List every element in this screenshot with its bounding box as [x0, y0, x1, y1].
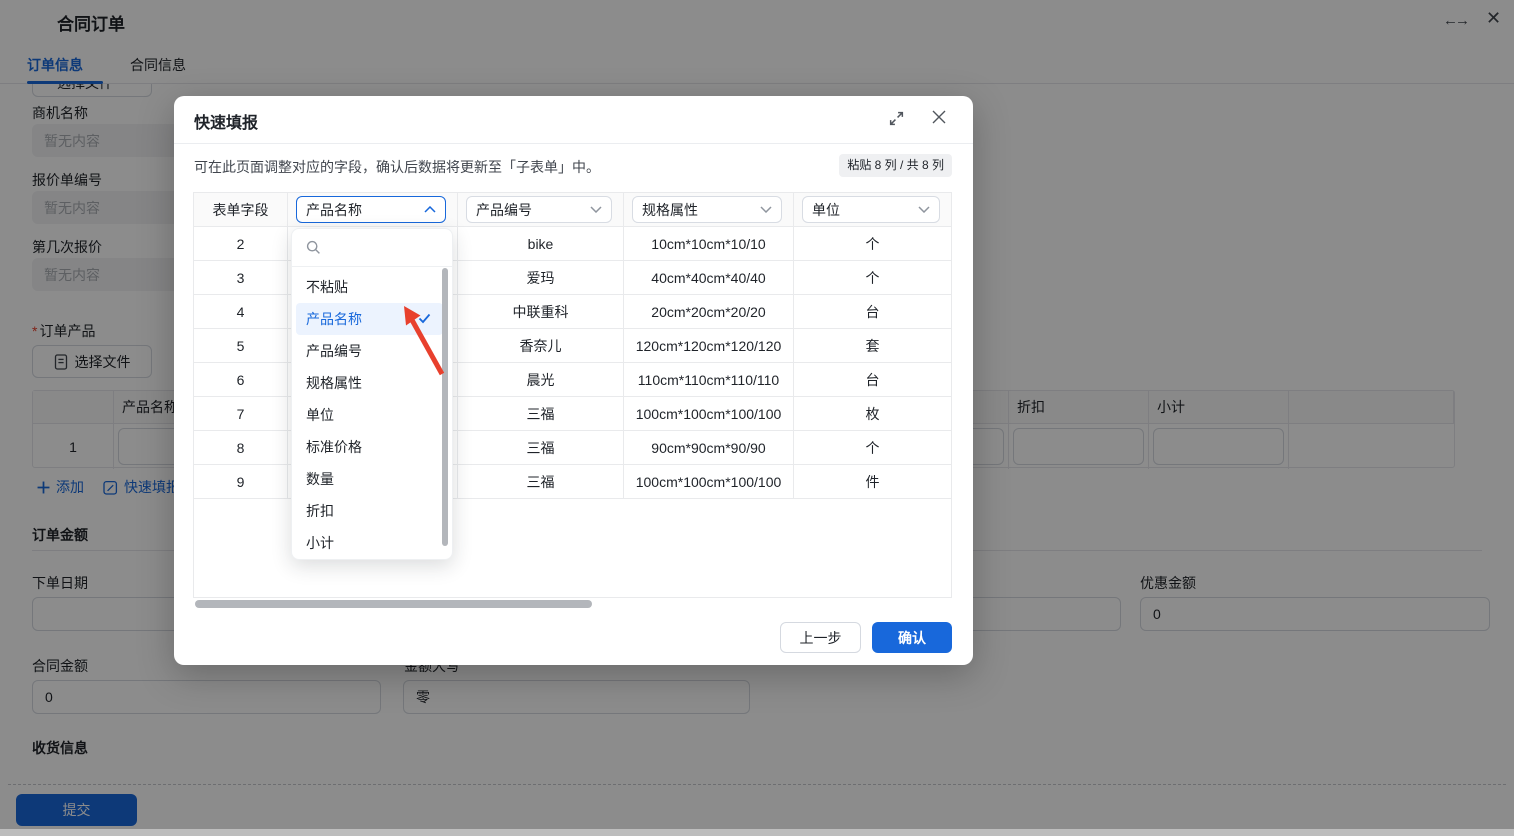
row-unit: 枚 — [794, 397, 951, 431]
row-spec: 100cm*100cm*100/100 — [624, 397, 794, 431]
check-icon — [418, 313, 431, 324]
chevron-down-icon — [590, 206, 602, 213]
row-code: 香奈儿 — [458, 329, 624, 363]
header-col-3: 规格属性 — [624, 193, 794, 227]
column-select-product-code[interactable]: 产品编号 — [466, 196, 612, 223]
row-spec: 120cm*120cm*120/120 — [624, 329, 794, 363]
row-unit: 个 — [794, 261, 951, 295]
search-icon — [306, 240, 321, 255]
row-no: 7 — [194, 397, 288, 431]
column-select-unit[interactable]: 单位 — [802, 196, 940, 223]
header-form-field: 表单字段 — [194, 193, 288, 227]
row-no: 3 — [194, 261, 288, 295]
modal-title: 快速填报 — [194, 109, 258, 133]
header-col-4: 单位 — [794, 193, 951, 227]
row-no: 5 — [194, 329, 288, 363]
row-unit: 件 — [794, 465, 951, 499]
row-code: 三福 — [458, 465, 624, 499]
row-no: 4 — [194, 295, 288, 329]
paste-columns-badge: 粘贴 8 列 / 共 8 列 — [839, 154, 952, 177]
page-bottom-strip — [0, 829, 1514, 836]
row-spec: 90cm*90cm*90/90 — [624, 431, 794, 465]
row-spec: 100cm*100cm*100/100 — [624, 465, 794, 499]
row-no: 8 — [194, 431, 288, 465]
row-unit: 台 — [794, 295, 951, 329]
row-unit: 台 — [794, 363, 951, 397]
modal-description: 可在此页面调整对应的字段，确认后数据将更新至「子表单」中。 — [194, 157, 600, 177]
dropdown-search-input[interactable] — [326, 235, 436, 261]
expand-icon[interactable] — [888, 110, 905, 127]
chevron-down-icon — [918, 206, 930, 213]
row-unit: 套 — [794, 329, 951, 363]
row-code: 三福 — [458, 397, 624, 431]
option-product-name-selected[interactable]: 产品名称 — [296, 303, 443, 335]
row-no: 9 — [194, 465, 288, 499]
confirm-button[interactable]: 确认 — [872, 622, 952, 653]
chevron-up-icon — [424, 206, 436, 213]
option-product-code[interactable]: 产品编号 — [292, 335, 452, 367]
row-spec: 40cm*40cm*40/40 — [624, 261, 794, 295]
option-standard-price[interactable]: 标准价格 — [292, 431, 452, 463]
option-unit[interactable]: 单位 — [292, 399, 452, 431]
row-unit: 个 — [794, 227, 951, 261]
row-spec: 20cm*20cm*20/20 — [624, 295, 794, 329]
quick-fill-modal: 快速填报 可在此页面调整对应的字段，确认后数据将更新至「子表单」中。 粘贴 8 … — [174, 96, 973, 665]
column-select-spec[interactable]: 规格属性 — [632, 196, 782, 223]
option-quantity[interactable]: 数量 — [292, 463, 452, 495]
row-no: 2 — [194, 227, 288, 261]
quick-fill-table-header: 表单字段 产品名称 产品编号 规格属性 — [194, 193, 951, 227]
option-subtotal[interactable]: 小计 — [292, 527, 452, 559]
chevron-down-icon — [760, 206, 772, 213]
row-code: 中联重科 — [458, 295, 624, 329]
row-code: bike — [458, 227, 624, 261]
horizontal-scrollbar[interactable] — [195, 600, 592, 608]
header-col-1: 产品名称 — [288, 193, 458, 227]
column-select-product-name[interactable]: 产品名称 — [296, 196, 446, 223]
header-col-2: 产品编号 — [458, 193, 624, 227]
column-mapping-dropdown: 不粘贴 产品名称 产品编号 规格属性 单位 标准价格 数量 折扣 小计 — [291, 228, 453, 560]
modal-close-icon[interactable] — [931, 109, 947, 125]
row-code: 爱玛 — [458, 261, 624, 295]
row-spec: 110cm*110cm*110/110 — [624, 363, 794, 397]
modal-header-divider — [174, 143, 973, 144]
row-no: 6 — [194, 363, 288, 397]
option-discount[interactable]: 折扣 — [292, 495, 452, 527]
dropdown-search[interactable] — [292, 229, 452, 267]
dropdown-scrollbar[interactable] — [442, 268, 448, 546]
row-unit: 个 — [794, 431, 951, 465]
option-spec[interactable]: 规格属性 — [292, 367, 452, 399]
row-spec: 10cm*10cm*10/10 — [624, 227, 794, 261]
previous-step-button[interactable]: 上一步 — [780, 622, 861, 653]
row-code: 三福 — [458, 431, 624, 465]
row-code: 晨光 — [458, 363, 624, 397]
option-no-paste[interactable]: 不粘贴 — [292, 271, 452, 303]
